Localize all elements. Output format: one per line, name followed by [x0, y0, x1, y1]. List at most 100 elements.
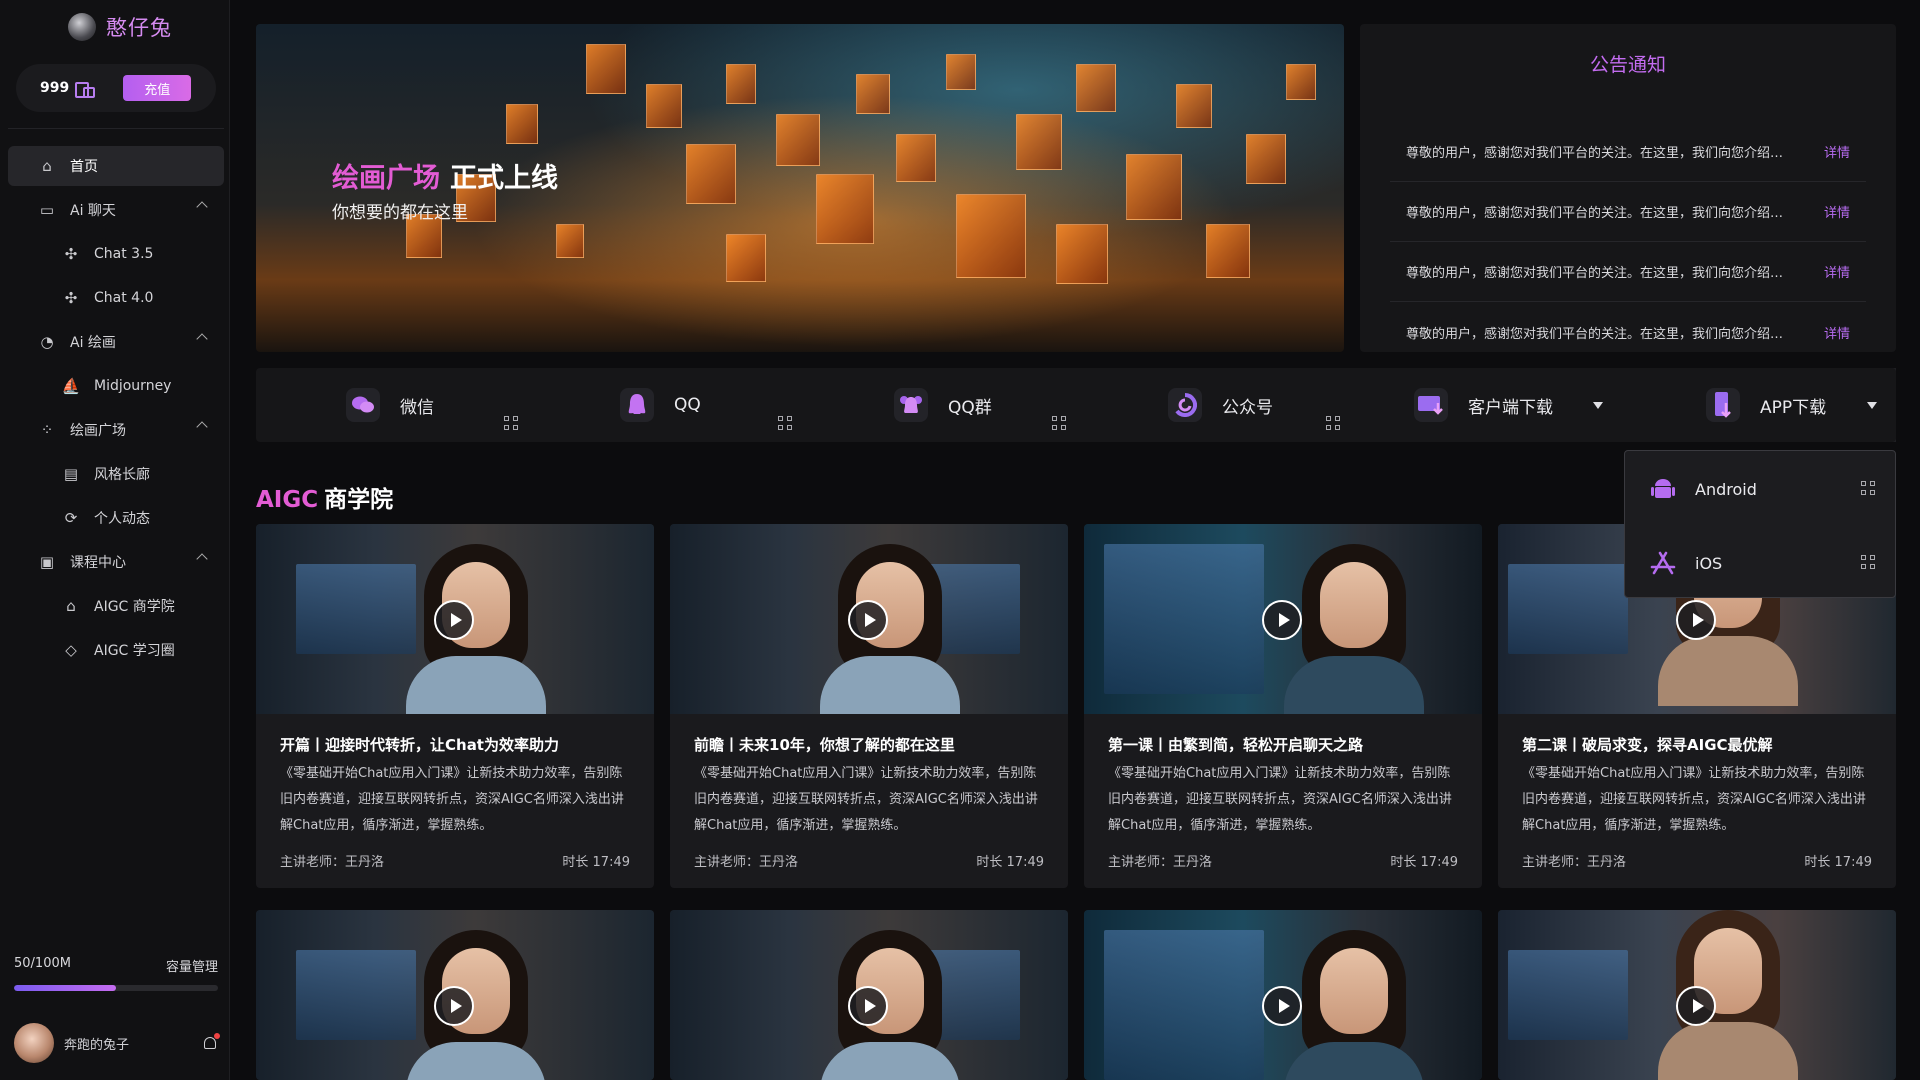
course-thumbnail[interactable] — [256, 910, 654, 1080]
notice-item[interactable]: 尊敬的用户，感谢您对我们平台的关注。在这里，我们向您介绍平台的最新动态与功能更新… — [1390, 122, 1866, 182]
avatar[interactable] — [14, 1023, 54, 1063]
qr-code-icon[interactable] — [1052, 416, 1066, 430]
hero-banner[interactable]: 绘画广场 正式上线 你想要的都在这里 — [256, 24, 1344, 352]
social-wechat[interactable]: 微信 — [346, 368, 434, 442]
course-thumbnail[interactable] — [256, 524, 654, 714]
course-card[interactable]: 开篇丨迎接时代转折，让Chat为效率助力 《零基础开始Chat应用入门课》让新技… — [256, 524, 654, 888]
social-app-download[interactable]: APP下载 — [1706, 368, 1826, 442]
chevron-up-icon — [196, 201, 208, 213]
dropdown-item-ios[interactable]: iOS — [1649, 543, 1722, 583]
decorative-cube — [1286, 64, 1316, 100]
notice-detail-link[interactable]: 详情 — [1824, 202, 1850, 221]
play-icon[interactable] — [1262, 600, 1302, 640]
sidebar-item-label: 课程中心 — [70, 555, 126, 571]
course-description: 《零基础开始Chat应用入门课》让新技术助力效率，告别陈旧内卷赛道，迎接互联网转… — [1522, 766, 1866, 833]
sidebar-item-label: 风格长廊 — [94, 467, 150, 483]
course-title: 前瞻丨未来10年，你想了解的都在这里 — [694, 736, 955, 754]
dropdown-item-label: iOS — [1695, 553, 1723, 573]
qr-code-icon[interactable] — [1326, 416, 1340, 430]
sidebar-item-label: Ai 绘画 — [70, 335, 116, 351]
brand[interactable]: 憨仔兔 — [68, 12, 172, 42]
sidebar-item-ai-paint[interactable]: ◔ Ai 绘画 — [8, 322, 224, 362]
notice-detail-link[interactable]: 详情 — [1824, 262, 1850, 281]
qr-code-icon[interactable] — [1861, 555, 1875, 569]
qr-code-icon[interactable] — [504, 416, 518, 430]
social-official-account[interactable]: 公众号 — [1168, 368, 1273, 442]
social-qq[interactable]: QQ — [620, 368, 701, 442]
course-card[interactable]: 前瞻丨未来10年，你想了解的都在这里 《零基础开始Chat应用入门课》让新技术助… — [670, 524, 1068, 888]
sidebar-item-courses[interactable]: ▣ 课程中心 — [8, 542, 224, 582]
sidebar-item-midjourney[interactable]: ⛵ Midjourney — [8, 366, 224, 406]
sidebar-item-aigc-school[interactable]: ⌂ AIGC 商学院 — [8, 586, 224, 626]
social-client-download[interactable]: 客户端下载 — [1414, 368, 1553, 442]
course-card[interactable] — [256, 910, 654, 1080]
sidebar-item-chat40[interactable]: ✣ Chat 4.0 — [8, 278, 224, 318]
course-card[interactable] — [1498, 910, 1896, 1080]
play-icon[interactable] — [434, 600, 474, 640]
sidebar-item-chat35[interactable]: ✣ Chat 3.5 — [8, 234, 224, 274]
course-duration: 时长 17:49 — [976, 855, 1044, 870]
course-title: 第二课丨破局求变，探寻AIGC最优解 — [1522, 736, 1773, 754]
decorative-cube — [946, 54, 976, 90]
caret-down-icon[interactable] — [1867, 402, 1877, 409]
sidebar-item-feed[interactable]: ⟳ 个人动态 — [8, 498, 224, 538]
home-icon: ⌂ — [42, 157, 52, 175]
decorative-cube — [1246, 134, 1286, 184]
notice-text: 尊敬的用户，感谢您对我们平台的关注。在这里，我们向您介绍平台的最新动态与功能更新… — [1406, 326, 1786, 342]
play-icon[interactable] — [848, 986, 888, 1026]
notice-item[interactable]: 尊敬的用户，感谢您对我们平台的关注。在这里，我们向您介绍平台的最新动态与功能更新… — [1390, 302, 1866, 362]
course-thumbnail[interactable] — [1084, 524, 1482, 714]
sidebar-item-ai-chat[interactable]: ▭ Ai 聊天 — [8, 190, 224, 230]
building-icon: ⌂ — [66, 597, 76, 615]
social-qq-group[interactable]: QQ群 — [894, 368, 992, 442]
qr-code-icon[interactable] — [778, 416, 792, 430]
social-label: 微信 — [400, 397, 434, 418]
sidebar-item-home[interactable]: ⌂ 首页 — [8, 146, 224, 186]
course-thumbnail[interactable] — [670, 524, 1068, 714]
dropdown-item-android[interactable]: Android — [1649, 469, 1757, 509]
sidebar-item-label: Chat 3.5 — [94, 246, 154, 262]
social-label: 公众号 — [1222, 397, 1273, 418]
course-card[interactable] — [670, 910, 1068, 1080]
recharge-button[interactable]: 充值 — [123, 75, 192, 101]
sidebar-item-plaza[interactable]: ⁘ 绘画广场 — [8, 410, 224, 450]
course-title: 第一课丨由繁到简，轻松开启聊天之路 — [1108, 736, 1364, 754]
social-label: APP下载 — [1760, 397, 1827, 418]
decorative-cube — [726, 234, 766, 282]
sidebar-item-aigc-circle[interactable]: ◇ AIGC 学习圈 — [8, 630, 224, 670]
notice-detail-link[interactable]: 详情 — [1824, 142, 1850, 161]
notice-detail-link[interactable]: 详情 — [1824, 323, 1850, 342]
play-icon[interactable] — [848, 600, 888, 640]
user-name: 奔跑的兔子 — [64, 1037, 130, 1053]
course-teacher: 主讲老师：王丹洛 — [1108, 855, 1213, 870]
decorative-cube — [896, 134, 936, 182]
sidebar-item-gallery[interactable]: ▤ 风格长廊 — [8, 454, 224, 494]
chevron-up-icon — [196, 553, 208, 565]
course-thumbnail[interactable] — [670, 910, 1068, 1080]
play-icon[interactable] — [1676, 986, 1716, 1026]
course-thumbnail[interactable] — [1498, 910, 1896, 1080]
course-teacher: 主讲老师：王丹洛 — [694, 855, 799, 870]
play-icon[interactable] — [1676, 600, 1716, 640]
course-duration: 时长 17:49 — [1390, 855, 1458, 870]
qr-code-icon[interactable] — [1861, 481, 1875, 495]
sidebar-item-label: Ai 聊天 — [70, 203, 116, 219]
notice-title: 公告通知 — [1589, 54, 1666, 76]
caret-down-icon[interactable] — [1593, 402, 1603, 409]
sidebar-item-label: 绘画广场 — [70, 423, 126, 439]
course-thumbnail[interactable] — [1084, 910, 1482, 1080]
decorative-cube — [506, 104, 538, 144]
notice-item[interactable]: 尊敬的用户，感谢您对我们平台的关注。在这里，我们向您介绍平台的最新动态与功能更新… — [1390, 182, 1866, 242]
storage-manage-link[interactable]: 容量管理 — [166, 956, 218, 975]
course-card[interactable] — [1084, 910, 1482, 1080]
play-icon[interactable] — [434, 986, 474, 1026]
play-icon[interactable] — [1262, 986, 1302, 1026]
course-card[interactable]: 第一课丨由繁到简，轻松开启聊天之路 《零基础开始Chat应用入门课》让新技术助力… — [1084, 524, 1482, 888]
official-account-icon — [1168, 388, 1202, 422]
user-profile[interactable]: 奔跑的兔子 — [14, 1022, 220, 1064]
decorative-cube — [1176, 84, 1212, 128]
notice-item[interactable]: 尊敬的用户，感谢您对我们平台的关注。在这里，我们向您介绍平台的最新动态与功能更新… — [1390, 242, 1866, 302]
sidebar-divider — [8, 128, 224, 129]
brand-name: 憨仔兔 — [106, 16, 172, 40]
bell-icon[interactable] — [202, 1033, 220, 1051]
